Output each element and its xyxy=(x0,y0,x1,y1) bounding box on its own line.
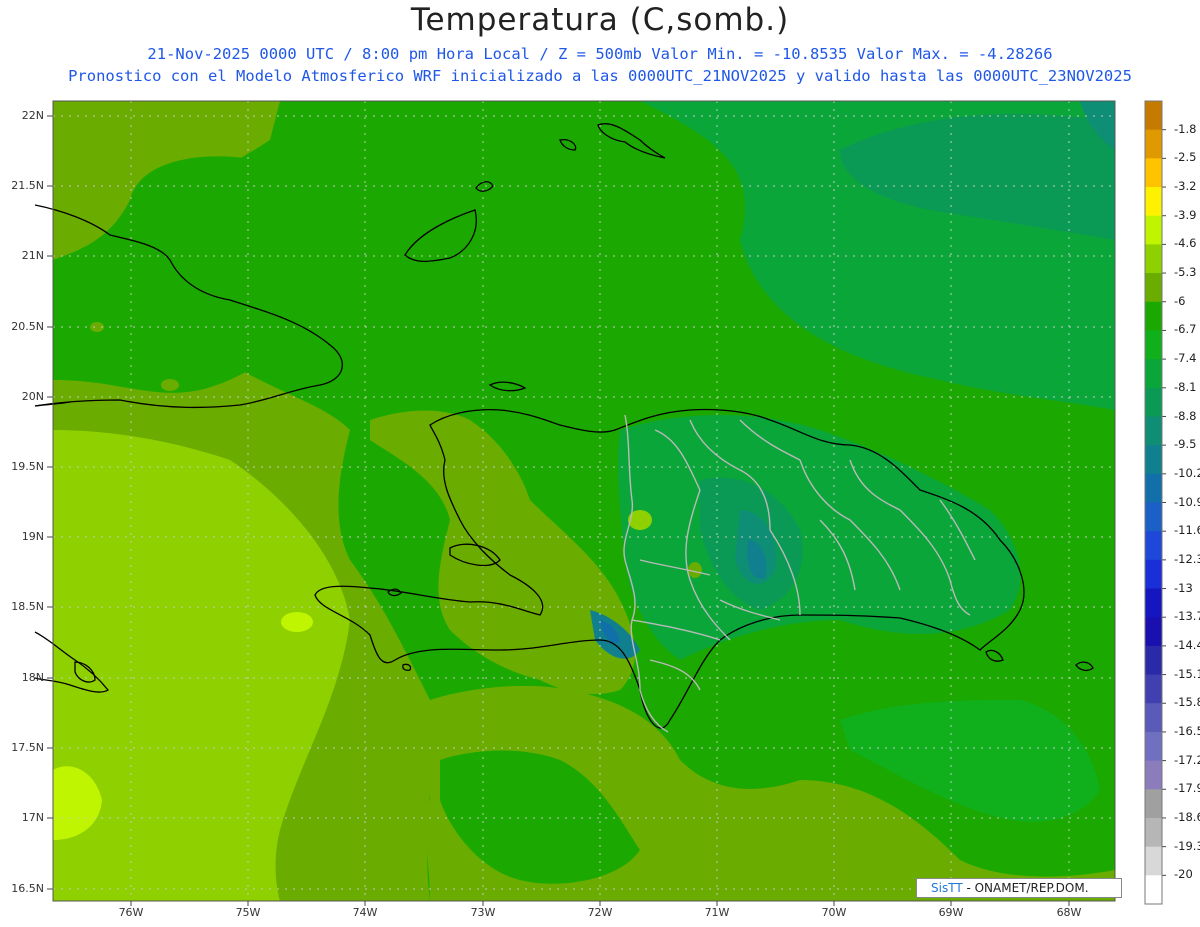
lat-label: 19N xyxy=(21,530,44,543)
colorbar-label: -10.9 xyxy=(1174,494,1200,509)
colorbar-label: -16.5 xyxy=(1174,723,1200,738)
colorbar-label: -3.2 xyxy=(1174,179,1197,193)
colorbar-label: -2.5 xyxy=(1174,150,1197,165)
colorbar-swatch xyxy=(1145,731,1162,762)
colorbar-label: -15.1 xyxy=(1174,666,1200,681)
colorbar-label: -6.7 xyxy=(1174,322,1197,337)
colorbar-label: -3.9 xyxy=(1174,207,1197,222)
colorbar-swatch xyxy=(1145,301,1162,331)
lat-label: 18.5N xyxy=(11,600,44,613)
colorbar-swatch xyxy=(1145,703,1162,733)
colorbar-swatch xyxy=(1145,129,1162,159)
colorbar-label: -15.8 xyxy=(1174,695,1200,710)
colorbar-label: -19.3 xyxy=(1174,838,1200,853)
lon-label: 70W xyxy=(821,906,847,919)
lat-label: 22N xyxy=(21,109,44,122)
colorbar-label: -14.4 xyxy=(1174,637,1200,652)
colorbar-label: -6 xyxy=(1174,293,1186,308)
lat-label: 21.5N xyxy=(11,179,44,192)
temperature-map xyxy=(34,100,1166,906)
colorbar-swatch xyxy=(1145,789,1162,819)
lon-label: 68W xyxy=(1056,906,1082,919)
colorbar-swatch xyxy=(1145,502,1162,532)
colorbar-label: -18.6 xyxy=(1174,810,1200,824)
colorbar-label: -17.2 xyxy=(1174,752,1200,767)
colorbar-label: -13 xyxy=(1174,580,1193,595)
colorbar-swatch xyxy=(1145,215,1162,245)
colorbar-swatch xyxy=(1145,674,1162,704)
colorbar-swatch xyxy=(1145,588,1162,618)
colorbar-swatch xyxy=(1145,846,1162,876)
lat-label: 19.5N xyxy=(11,460,44,473)
lat-label: 20N xyxy=(21,390,44,403)
lat-label: 20.5N xyxy=(11,320,44,333)
credit-brand: SisTT xyxy=(931,881,963,895)
colorbar-swatch xyxy=(1145,416,1162,446)
colorbar-swatch xyxy=(1145,531,1162,561)
colorbar-swatch xyxy=(1145,330,1162,360)
colorbar-swatch xyxy=(1145,244,1162,274)
colorbar-swatch xyxy=(1145,187,1162,217)
colorbar-label: -8.1 xyxy=(1174,379,1197,394)
colorbar-label: -4.6 xyxy=(1174,236,1197,251)
colorbar-swatch xyxy=(1145,559,1162,590)
colorbar-label: -8.8 xyxy=(1174,408,1197,423)
credit-text: - ONAMET/REP.DOM. xyxy=(962,881,1089,895)
colorbar-label: -20 xyxy=(1174,867,1193,882)
lon-label: 72W xyxy=(587,906,613,919)
colorbar-label: -9.5 xyxy=(1174,437,1197,452)
lon-label: 73W xyxy=(470,906,496,919)
colorbar-swatch xyxy=(1145,101,1162,131)
colorbar-swatch xyxy=(1145,445,1162,475)
colorbar-swatch xyxy=(1145,387,1162,417)
lon-label: 69W xyxy=(938,906,964,919)
lat-label: 16.5N xyxy=(11,882,44,895)
lon-label: 75W xyxy=(235,906,261,919)
lat-label: 17N xyxy=(21,811,44,824)
colorbar-swatch xyxy=(1145,617,1162,647)
colorbar-label: -12.3 xyxy=(1174,551,1200,566)
colorbar-swatch xyxy=(1145,473,1162,503)
colorbar-label: -5.3 xyxy=(1174,265,1197,280)
lat-label: 17.5N xyxy=(11,741,44,754)
colorbar-label: -10.2 xyxy=(1174,465,1200,480)
colorbar xyxy=(1144,100,1166,905)
colorbar-label: -7.4 xyxy=(1174,351,1197,366)
colorbar-swatch xyxy=(1145,158,1162,188)
colorbar-label: -11.6 xyxy=(1174,523,1200,538)
lat-label: 21N xyxy=(21,249,44,262)
colorbar-swatch xyxy=(1145,875,1162,905)
colorbar-swatch xyxy=(1145,817,1162,848)
credit-box: SisTT - ONAMET/REP.DOM. xyxy=(916,878,1122,898)
colorbar-label: -17.9 xyxy=(1174,781,1200,796)
lon-label: 74W xyxy=(352,906,378,919)
colorbar-swatch xyxy=(1145,645,1162,676)
colorbar-swatch xyxy=(1145,760,1162,790)
colorbar-label: -1.8 xyxy=(1174,121,1197,136)
lat-label: 18N xyxy=(21,671,44,684)
lon-label: 76W xyxy=(118,906,144,919)
lon-label: 71W xyxy=(704,906,730,919)
colorbar-label: -13.7 xyxy=(1174,609,1200,624)
colorbar-swatch xyxy=(1145,359,1162,389)
colorbar-swatch xyxy=(1145,273,1162,303)
